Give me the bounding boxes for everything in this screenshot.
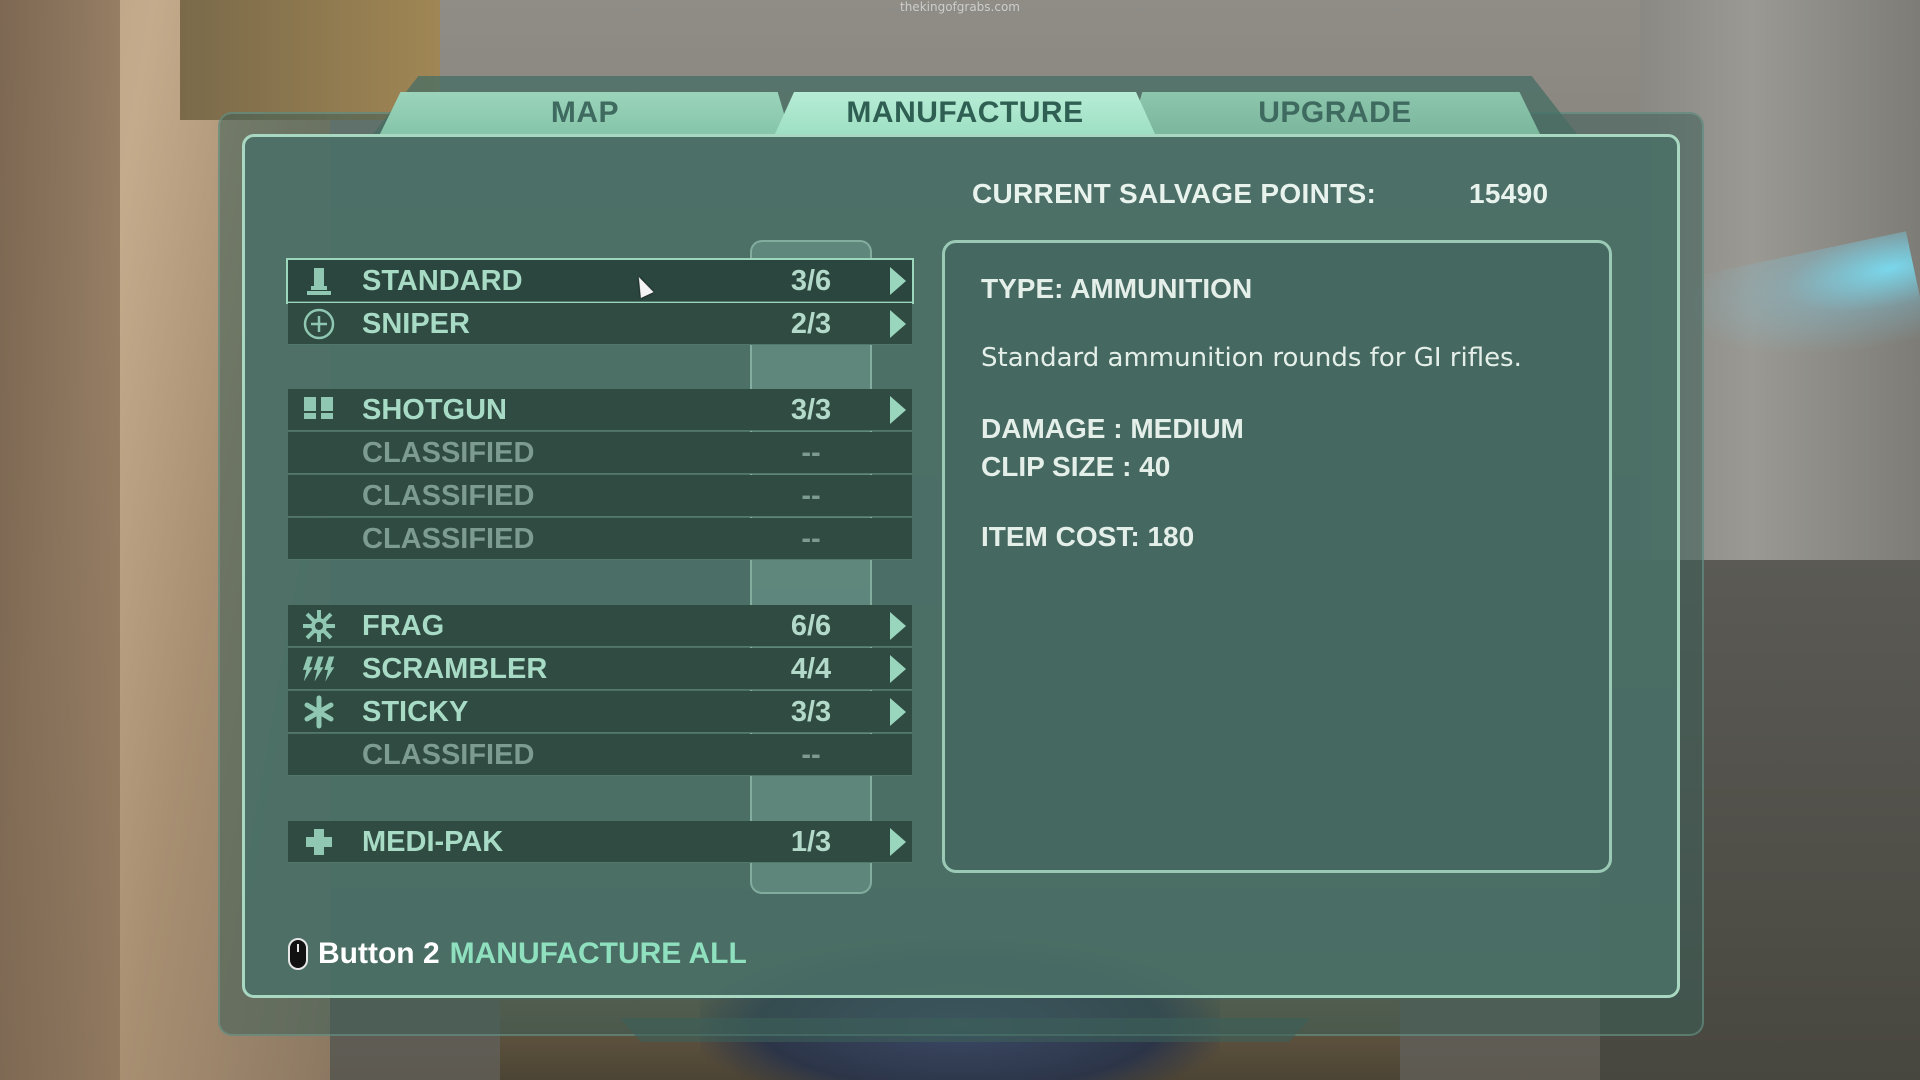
- hud-frame-lip: [620, 1018, 1310, 1042]
- item-row-standard[interactable]: STANDARD 3/6: [286, 258, 914, 304]
- item-row-classified: CLASSIFIED --: [288, 475, 912, 517]
- item-label: SNIPER: [362, 308, 470, 340]
- manufacture-arrow-button[interactable]: [890, 612, 906, 640]
- manufacture-arrow-button[interactable]: [890, 396, 906, 424]
- item-count: 3/3: [790, 394, 832, 426]
- item-count: --: [801, 437, 821, 469]
- item-type: TYPE: AMMUNITION: [981, 273, 1253, 304]
- bullet-icon: [302, 264, 336, 298]
- item-damage: DAMAGE : MEDIUM: [981, 413, 1244, 444]
- item-details-panel: TYPE: AMMUNITION Standard ammunition rou…: [942, 240, 1612, 873]
- item-label: CLASSIFIED: [362, 523, 535, 555]
- item-count: --: [801, 480, 821, 512]
- item-row-frag[interactable]: FRAG 6/6: [288, 605, 912, 647]
- manufacture-arrow-button[interactable]: [890, 310, 906, 338]
- item-count: 4/4: [790, 653, 832, 685]
- lightning-icon: [302, 652, 336, 686]
- tab-map[interactable]: MAP: [380, 92, 790, 134]
- item-count: 1/3: [790, 826, 832, 858]
- medical-cross-icon: [302, 825, 336, 859]
- item-label: SHOTGUN: [362, 394, 507, 426]
- item-row-classified: CLASSIFIED --: [288, 734, 912, 776]
- crosshair-icon: [302, 307, 336, 341]
- item-count: --: [801, 523, 821, 555]
- manufacture-arrow-button[interactable]: [890, 267, 906, 295]
- manufacture-all-button[interactable]: MANUFACTURE ALL: [450, 937, 747, 971]
- item-count: 2/3: [790, 308, 832, 340]
- mouse-icon: [288, 938, 308, 970]
- button-name: Button 2: [318, 937, 440, 970]
- item-label: STICKY: [362, 696, 469, 728]
- item-label: SCRAMBLER: [362, 653, 548, 685]
- tab-upgrade[interactable]: UPGRADE: [1130, 92, 1540, 134]
- footer-hint: Button 2 MANUFACTURE ALL: [288, 934, 747, 974]
- item-row-classified: CLASSIFIED --: [288, 518, 912, 560]
- item-label: STANDARD: [362, 265, 523, 297]
- item-row-scrambler[interactable]: SCRAMBLER 4/4: [288, 648, 912, 690]
- item-count: 6/6: [790, 610, 832, 642]
- watermark: thekingofgrabs.com: [900, 0, 1020, 14]
- item-clip-size: CLIP SIZE : 40: [981, 451, 1171, 482]
- manufacture-arrow-button[interactable]: [890, 828, 906, 856]
- item-count: 3/6: [790, 265, 832, 297]
- tab-manufacture[interactable]: MANUFACTURE: [775, 92, 1155, 134]
- manufacture-arrow-button[interactable]: [890, 698, 906, 726]
- item-row-classified: CLASSIFIED --: [288, 432, 912, 474]
- item-cost: ITEM COST: 180: [981, 521, 1195, 552]
- frag-grenade-icon: [302, 609, 336, 643]
- item-label: CLASSIFIED: [362, 739, 535, 771]
- item-label: CLASSIFIED: [362, 437, 535, 469]
- item-label: FRAG: [362, 610, 445, 642]
- item-row-medi-pak[interactable]: MEDI-PAK 1/3: [288, 821, 912, 863]
- item-count: --: [801, 739, 821, 771]
- shotgun-shells-icon: [302, 393, 336, 427]
- left-wall-shadow: [0, 0, 120, 1080]
- item-label: MEDI-PAK: [362, 826, 504, 858]
- salvage-points-label: CURRENT SALVAGE POINTS:: [972, 178, 1377, 209]
- manufacture-arrow-button[interactable]: [890, 655, 906, 683]
- sticky-grenade-icon: [302, 695, 336, 729]
- item-label: CLASSIFIED: [362, 480, 535, 512]
- item-row-sticky[interactable]: STICKY 3/3: [288, 691, 912, 733]
- item-count: 3/3: [790, 696, 832, 728]
- salvage-points-value: 15490: [1469, 178, 1549, 209]
- item-row-sniper[interactable]: SNIPER 2/3: [288, 303, 912, 345]
- item-description: Standard ammunition rounds for GI rifles…: [981, 343, 1522, 373]
- item-row-shotgun[interactable]: SHOTGUN 3/3: [288, 389, 912, 431]
